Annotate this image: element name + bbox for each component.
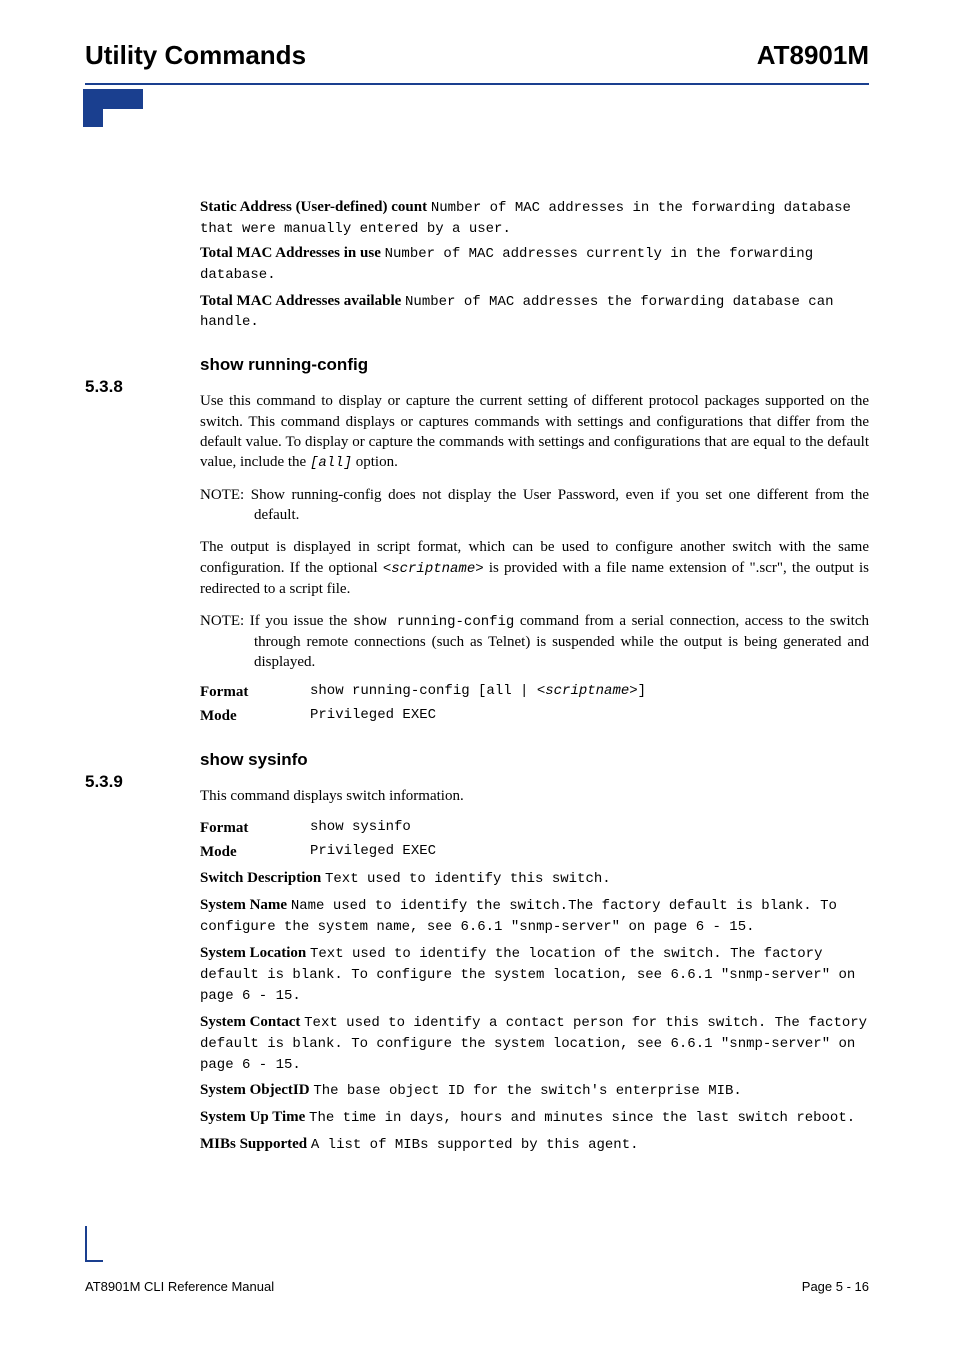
mode-value: Privileged EXEC: [310, 842, 436, 862]
def-system-contact: System Contact Text used to identify a c…: [200, 1012, 869, 1075]
format-row-539: Format show sysinfo: [200, 818, 869, 838]
format-value: show sysinfo: [310, 818, 411, 838]
def-total-available: Total MAC Addresses available Number of …: [200, 291, 869, 333]
para-538-2: The output is displayed in script format…: [200, 537, 869, 598]
footer-left: AT8901M CLI Reference Manual: [85, 1279, 274, 1294]
corner-decoration-icon: [85, 1226, 103, 1262]
header-left: Utility Commands: [85, 40, 306, 71]
def-label: Static Address (User-defined) count: [200, 199, 427, 215]
format-row-538: Format show running-config [all | <scrip…: [200, 682, 869, 702]
def-system-location: System Location Text used to identify th…: [200, 943, 869, 1006]
para-538-1: Use this command to display or capture t…: [200, 391, 869, 473]
logo-icon: [83, 89, 143, 149]
header-rule: [85, 83, 869, 85]
footer-right: Page 5 - 16: [802, 1279, 869, 1294]
mode-row-538: Mode Privileged EXEC: [200, 706, 869, 726]
def-label: Total MAC Addresses in use: [200, 245, 381, 261]
format-value: show running-config [all | <scriptname>]: [310, 682, 646, 702]
page: Utility Commands AT8901M Static Address …: [0, 0, 954, 1350]
def-switch-description: Switch Description Text used to identify…: [200, 868, 869, 889]
header-right: AT8901M: [757, 40, 869, 71]
section-number: 5.3.9: [85, 771, 123, 794]
section-heading-538: show running-config: [200, 354, 869, 377]
format-label: Format: [200, 818, 310, 838]
section-heading-539: show sysinfo: [200, 749, 869, 772]
running-header: Utility Commands AT8901M: [85, 40, 869, 71]
para-539-intro: This command displays switch information…: [200, 786, 869, 806]
def-system-uptime: System Up Time The time in days, hours a…: [200, 1107, 869, 1128]
xref-link[interactable]: 6.6.1 "snmp-server" on page 6 - 15: [460, 919, 746, 935]
def-system-name: System Name Name used to identify the sw…: [200, 895, 869, 937]
def-label: Total MAC Addresses available: [200, 293, 401, 309]
def-mibs-supported: MIBs Supported A list of MIBs supported …: [200, 1134, 869, 1155]
format-label: Format: [200, 682, 310, 702]
mode-label: Mode: [200, 706, 310, 726]
def-total-in-use: Total MAC Addresses in use Number of MAC…: [200, 243, 869, 285]
def-static-address: Static Address (User-defined) count Numb…: [200, 197, 869, 239]
note-538-2: NOTE: If you issue the show running-conf…: [200, 611, 869, 672]
section-number: 5.3.8: [85, 376, 123, 399]
note-538-1: NOTE: Show running-config does not displ…: [200, 485, 869, 526]
body-content: Static Address (User-defined) count Numb…: [200, 197, 869, 1155]
running-footer: AT8901M CLI Reference Manual Page 5 - 16: [85, 1279, 869, 1294]
mode-value: Privileged EXEC: [310, 706, 436, 726]
mode-row-539: Mode Privileged EXEC: [200, 842, 869, 862]
mode-label: Mode: [200, 842, 310, 862]
def-system-objectid: System ObjectID The base object ID for t…: [200, 1080, 869, 1101]
